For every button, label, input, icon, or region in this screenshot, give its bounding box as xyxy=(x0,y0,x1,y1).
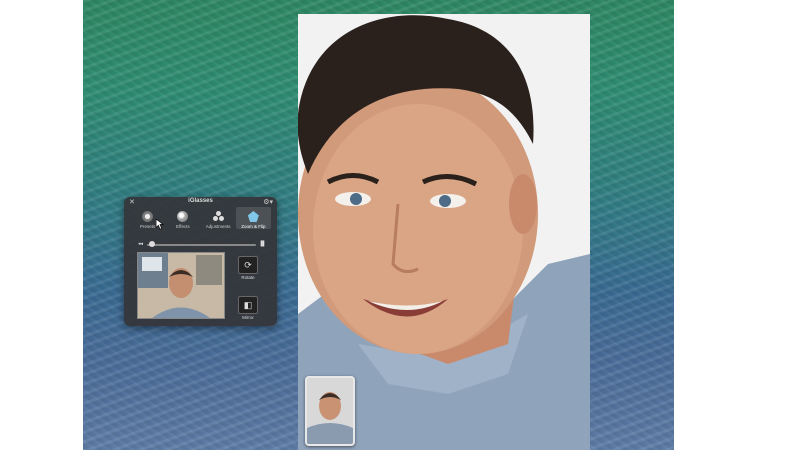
zoom-flip-icon xyxy=(247,211,259,222)
effects-icon xyxy=(177,211,189,222)
adjustments-icon xyxy=(212,211,224,222)
iglasses-panel: ✕ iGlasses ⚙▾ Presets Effects Adjustment… xyxy=(124,197,277,326)
gear-icon[interactable]: ⚙▾ xyxy=(263,198,273,206)
mouse-cursor-icon xyxy=(156,219,164,230)
zoom-in-icon[interactable]: ▐▌ xyxy=(259,241,266,247)
rotate-button[interactable]: ⟳ Rotate xyxy=(232,256,264,280)
slider-track[interactable] xyxy=(147,244,256,246)
mirror-button[interactable]: ◧ Mirror xyxy=(232,296,264,320)
tab-label: Zoom & Flip xyxy=(241,224,266,229)
tab-label: Adjustments xyxy=(205,224,231,229)
panel-tabs: Presets Effects Adjustments Zoom & Flip xyxy=(130,207,271,229)
tab-zoom-flip[interactable]: Zoom & Flip xyxy=(235,207,271,229)
zoom-out-icon[interactable]: ◂◂ xyxy=(138,241,143,247)
camera-preview-feed xyxy=(138,253,224,318)
tab-adjustments[interactable]: Adjustments xyxy=(201,207,236,229)
slider-thumb[interactable] xyxy=(149,241,155,247)
camera-preview xyxy=(137,252,225,319)
rotate-label: Rotate xyxy=(241,275,255,280)
zoom-slider[interactable]: ◂◂ ▐▌ xyxy=(138,241,266,247)
mirror-icon: ◧ xyxy=(238,296,258,314)
presets-icon xyxy=(142,211,154,222)
mirror-label: Mirror xyxy=(242,315,254,320)
self-view-feed xyxy=(307,378,353,444)
tab-label: Presets xyxy=(139,224,156,229)
panel-title: iGlasses xyxy=(188,198,213,204)
tab-effects[interactable]: Effects xyxy=(165,207,200,229)
tab-label: Effects xyxy=(176,224,190,229)
rotate-icon: ⟳ xyxy=(238,256,258,274)
self-view-thumbnail[interactable] xyxy=(305,376,355,446)
